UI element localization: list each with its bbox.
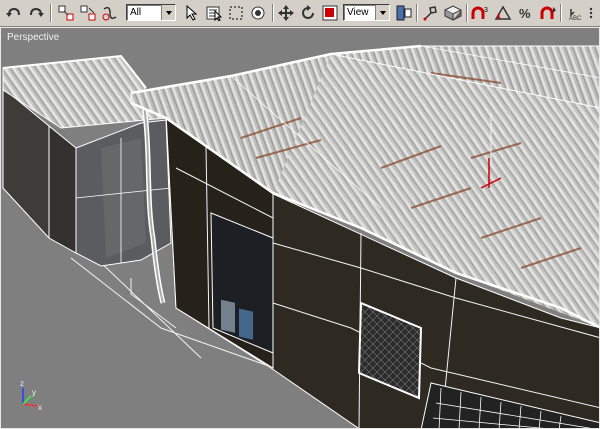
- redo-icon[interactable]: [26, 3, 46, 23]
- percent-snap-icon[interactable]: %: [516, 3, 536, 23]
- axis-tripod-icon: z x y: [20, 379, 42, 412]
- undo-icon[interactable]: [4, 3, 24, 23]
- chevron-down-icon: [161, 5, 175, 20]
- named-selection-icon[interactable]: ABC: [566, 3, 586, 23]
- selection-filter-dropdown[interactable]: All: [126, 4, 176, 21]
- chevron-down-icon: [375, 5, 389, 20]
- select-and-rotate-icon[interactable]: [298, 3, 318, 23]
- svg-text:3: 3: [484, 7, 488, 14]
- svg-text:%: %: [519, 6, 531, 21]
- toolbar-separator: [416, 4, 418, 22]
- toolbar-separator: [50, 4, 52, 22]
- select-and-move-icon[interactable]: [276, 3, 296, 23]
- perspective-viewport[interactable]: Perspective z x y: [0, 27, 600, 429]
- selection-filter-value: All: [130, 7, 142, 18]
- select-and-link-icon[interactable]: [56, 3, 76, 23]
- bind-to-space-warp-icon[interactable]: [100, 3, 120, 23]
- angle-snap-icon[interactable]: [493, 3, 513, 23]
- main-toolbar: All View 3 % ABC: [0, 0, 600, 27]
- keyboard-shortcut-icon[interactable]: [443, 3, 463, 23]
- spinner-snap-icon[interactable]: [538, 3, 558, 23]
- scene-render: z x y: [2, 44, 599, 428]
- axis-z-label: z: [20, 379, 24, 388]
- select-and-manipulate-icon[interactable]: [420, 3, 440, 23]
- svg-text:ABC: ABC: [569, 16, 582, 21]
- select-by-name-icon[interactable]: [204, 3, 224, 23]
- window-crossing-icon[interactable]: [248, 3, 268, 23]
- toolbar-separator: [272, 4, 274, 22]
- use-pivot-center-icon[interactable]: [394, 3, 414, 23]
- viewport-label[interactable]: Perspective: [7, 32, 59, 43]
- axis-x-label: x: [38, 403, 42, 412]
- reference-coordinate-value: View: [347, 7, 369, 18]
- select-object-icon[interactable]: [182, 3, 202, 23]
- rectangular-selection-icon[interactable]: [226, 3, 246, 23]
- toolbar-separator: [466, 4, 468, 22]
- axis-y-label: y: [32, 388, 36, 397]
- ellipsis-icon[interactable]: [584, 3, 598, 23]
- unlink-selection-icon[interactable]: [78, 3, 98, 23]
- reference-coordinate-dropdown[interactable]: View: [343, 4, 390, 21]
- select-and-scale-icon[interactable]: [320, 3, 340, 23]
- toolbar-separator: [560, 4, 562, 22]
- snaps-toggle-icon[interactable]: 3: [470, 3, 490, 23]
